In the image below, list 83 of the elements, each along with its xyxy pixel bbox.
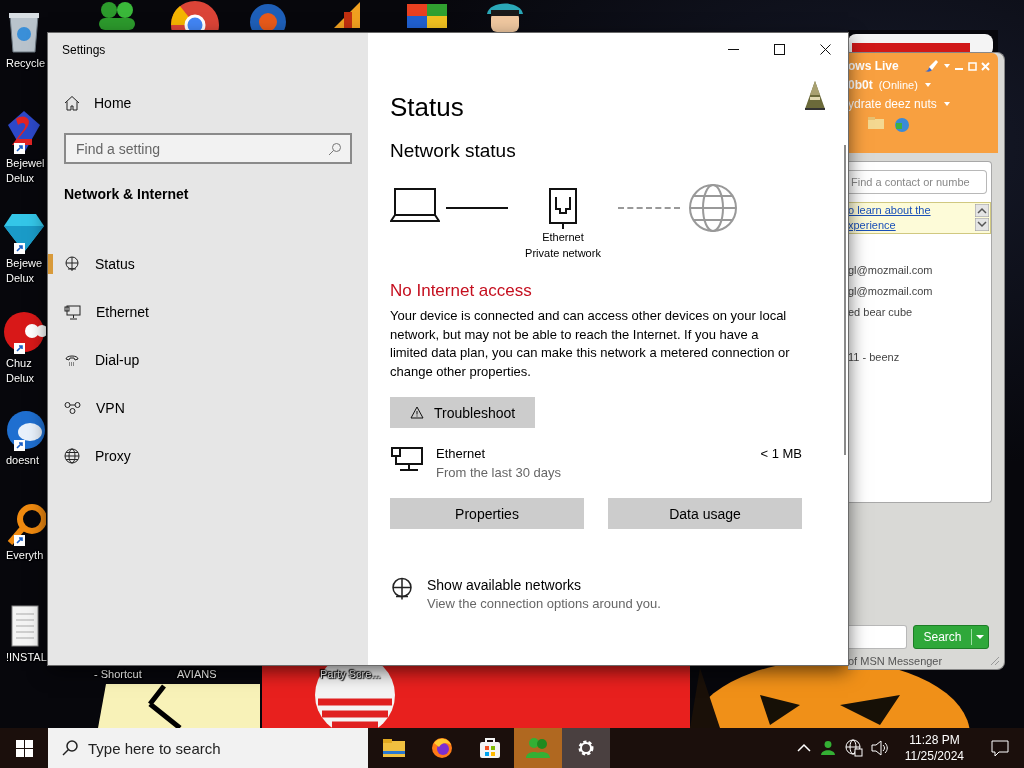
speaker-icon[interactable] — [870, 740, 889, 756]
icon-label: doesnt — [5, 453, 40, 468]
maximize-icon — [773, 43, 785, 55]
scroll-down-icon[interactable] — [975, 218, 989, 231]
store-icon — [479, 737, 501, 759]
troubleshoot-button[interactable]: Troubleshoot — [390, 397, 536, 428]
close-icon — [819, 43, 831, 55]
warning-icon — [410, 406, 424, 419]
icon-label: Delux — [5, 371, 35, 386]
contact-item[interactable]: 11 - beenz — [848, 347, 991, 368]
recycle-bin-icon — [6, 10, 42, 54]
globe-icon — [688, 183, 738, 233]
globe-monitor-icon — [390, 577, 414, 601]
nav-item[interactable]: Dial-up — [48, 336, 368, 384]
icon-label: Chuz — [5, 356, 32, 371]
search-field[interactable]: Find a setting — [64, 133, 352, 164]
nav-item[interactable]: Ethernet — [48, 288, 368, 336]
nav-item[interactable]: Proxy — [48, 432, 368, 480]
adapter-label: Ethernet — [542, 230, 584, 245]
minimize-icon — [727, 48, 739, 50]
icon-label: Delux — [5, 271, 35, 286]
nav-item[interactable]: VPN — [48, 384, 368, 432]
monitor-icon — [390, 446, 424, 472]
taskbar-button[interactable] — [562, 728, 610, 768]
contact-item[interactable]: ed bear cube — [848, 302, 991, 323]
home-link[interactable]: Home — [64, 91, 132, 115]
globe-icon[interactable] — [844, 739, 863, 757]
home-icon — [64, 95, 80, 111]
selection-indicator — [48, 254, 53, 274]
icon-label: Everyth — [5, 548, 44, 563]
search-field[interactable]: Find a contact or numbe — [848, 170, 987, 194]
section-title: Network status — [390, 139, 516, 163]
adapter-name: Ethernet — [436, 446, 487, 461]
window-title: ows Live — [848, 59, 900, 73]
usage-period: From the last 30 days — [436, 465, 562, 480]
clock[interactable]: 11:28 PM 11/25/2024 — [896, 732, 972, 764]
search-icon — [62, 740, 78, 756]
scroll-up-icon[interactable] — [975, 204, 989, 217]
contact-item[interactable]: gl@mozmail.com — [848, 281, 991, 302]
globe-monitor-icon — [64, 256, 80, 272]
icon-label: !INSTAL — [5, 650, 47, 665]
vpn-icon — [64, 401, 81, 415]
people-icon[interactable] — [818, 739, 837, 757]
chevron-up-icon[interactable] — [796, 743, 811, 753]
user-name: 0b0t — [848, 78, 873, 92]
icon-label: Party Scre... — [318, 668, 382, 680]
action-button[interactable]: Properties — [390, 498, 584, 529]
window-title: Settings — [61, 42, 107, 59]
status-message: No Internet access — [390, 281, 532, 301]
resize-grip-icon[interactable] — [990, 656, 1000, 666]
caret-icon — [976, 634, 984, 640]
search-icon — [328, 142, 342, 156]
icon-label: AVIANS — [176, 668, 218, 680]
people-icon — [525, 737, 551, 759]
phone-icon — [64, 352, 80, 368]
section-heading: Network & Internet — [64, 186, 190, 202]
icon-label: - Shortcut — [93, 668, 143, 680]
contact-item[interactable]: gl@mozmail.com — [848, 260, 991, 281]
search-field[interactable]: Type here to search — [48, 728, 368, 768]
windows-logo-icon — [15, 739, 33, 757]
monitor-icon — [64, 304, 81, 320]
speech-bubble-icon — [991, 739, 1009, 757]
network-profile-label: Private network — [525, 246, 601, 261]
footer-text: of MSN Messenger — [848, 655, 943, 667]
icon-label: Delux — [5, 171, 35, 186]
icon-label: Bejewel — [5, 156, 45, 171]
creature-icon — [2, 309, 46, 355]
laptop-icon — [390, 187, 440, 223]
info-link[interactable]: o learn about the — [848, 203, 974, 218]
status-description: Your device is connected and can access other devices on your local network, but may not be able to reach the Internet. If you have a limited data plan, you can make this network a metered connection or change other properties. — [390, 307, 790, 381]
settings-icon — [576, 738, 596, 758]
networks-link[interactable]: Show available networks View the connection options around you. — [390, 577, 661, 611]
globe-icon — [64, 448, 80, 464]
folder-icon — [383, 739, 405, 757]
search-field[interactable] — [848, 625, 907, 649]
icon-label: Bejewe — [5, 256, 43, 271]
icon-label: Recycle — [5, 56, 46, 71]
browser-icon — [431, 737, 453, 759]
data-amount: < 1 MB — [760, 446, 802, 461]
ethernet-port-icon — [549, 187, 577, 229]
page-title: Status — [390, 91, 464, 123]
info-link[interactable]: xperience — [848, 218, 974, 233]
action-button[interactable]: Data usage — [608, 498, 802, 529]
